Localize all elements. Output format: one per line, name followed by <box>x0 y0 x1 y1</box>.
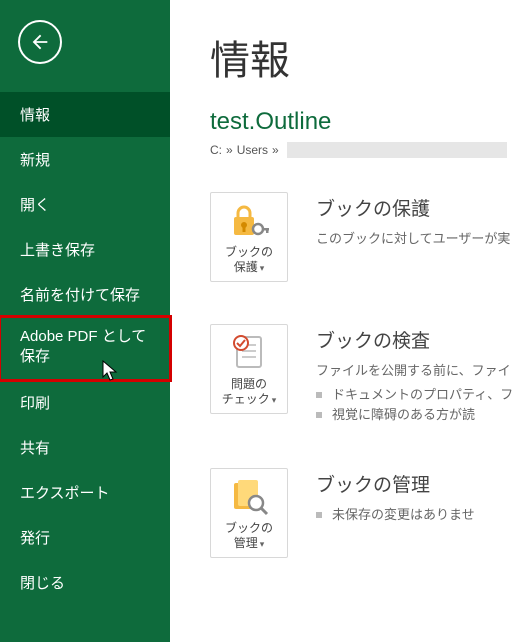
back-button[interactable] <box>18 20 62 64</box>
nav-item-save-as[interactable]: 名前を付けて保存 <box>0 272 170 317</box>
section-inspect: 問題の チェック▾ ブックの検査 ファイルを公開する前に、ファイ ドキュメントの… <box>210 324 530 426</box>
chevron-down-icon: ▾ <box>260 539 265 549</box>
nav-label: 情報 <box>20 107 50 124</box>
nav-item-publish[interactable]: 発行 <box>0 515 170 560</box>
chevron-down-icon: ▾ <box>272 395 277 405</box>
breadcrumb-part: C: <box>210 143 222 157</box>
nav-label: エクスポート <box>20 485 110 502</box>
lock-key-icon <box>228 201 270 241</box>
list-item: ドキュメントのプロパティ、フ <box>316 385 530 406</box>
nav-label: 閉じる <box>20 575 65 592</box>
chevron-down-icon: ▾ <box>260 263 265 273</box>
nav-item-new[interactable]: 新規 <box>0 137 170 182</box>
section-title: ブックの検査 <box>316 326 530 353</box>
nav-label: 上書き保存 <box>20 242 95 259</box>
protect-workbook-button[interactable]: ブックの 保護▾ <box>210 192 288 282</box>
bullet-list: ドキュメントのプロパティ、フ 視覚に障碍のある方が読 <box>316 385 530 427</box>
page-title: 情報 <box>210 28 530 86</box>
nav-item-share[interactable]: 共有 <box>0 425 170 470</box>
nav-label: 発行 <box>20 530 50 547</box>
nav-item-close[interactable]: 閉じる <box>0 560 170 605</box>
section-title: ブックの管理 <box>316 470 530 497</box>
section-desc: このブックに対してユーザーが実 <box>316 229 530 249</box>
nav-item-info[interactable]: 情報 <box>0 92 170 137</box>
list-item: 視覚に障碍のある方が読 <box>316 405 530 426</box>
nav-item-save[interactable]: 上書き保存 <box>0 227 170 272</box>
section-desc: ファイルを公開する前に、ファイ <box>316 361 530 381</box>
nav-label: 新規 <box>20 152 50 169</box>
documents-magnifier-icon <box>228 477 270 517</box>
nav-item-save-as-adobe-pdf[interactable]: Adobe PDF として保存 <box>0 317 170 380</box>
nav-label: 名前を付けて保存 <box>20 287 140 304</box>
nav-label: Adobe PDF として保存 <box>20 328 146 365</box>
nav-item-export[interactable]: エクスポート <box>0 470 170 515</box>
manage-workbook-button[interactable]: ブックの 管理▾ <box>210 468 288 558</box>
document-check-icon <box>228 333 270 373</box>
arrow-left-icon <box>29 31 51 53</box>
section-title: ブックの保護 <box>316 194 530 221</box>
bullet-list: 未保存の変更はありませ <box>316 505 530 526</box>
breadcrumb-sep: » <box>226 143 233 157</box>
breadcrumb-sep: » <box>272 143 279 157</box>
breadcrumb-part: Users <box>237 143 268 157</box>
breadcrumb: C: » Users » <box>210 142 530 158</box>
nav-label: 開く <box>20 197 50 214</box>
list-item: 未保存の変更はありませ <box>316 505 530 526</box>
nav-item-print[interactable]: 印刷 <box>0 380 170 425</box>
main-panel: 情報 test.Outline C: » Users » <box>170 0 530 642</box>
nav-label: 共有 <box>20 440 50 457</box>
backstage-sidebar: 情報 新規 開く 上書き保存 名前を付けて保存 Adobe PDF として保存 … <box>0 0 170 642</box>
section-manage: ブックの 管理▾ ブックの管理 未保存の変更はありませ <box>210 468 530 558</box>
nav-label: 印刷 <box>20 395 50 412</box>
nav-item-open[interactable]: 開く <box>0 182 170 227</box>
file-name: test.Outline <box>210 108 530 136</box>
section-protect: ブックの 保護▾ ブックの保護 このブックに対してユーザーが実 <box>210 192 530 282</box>
check-for-issues-button[interactable]: 問題の チェック▾ <box>210 324 288 414</box>
breadcrumb-redacted <box>287 142 507 158</box>
